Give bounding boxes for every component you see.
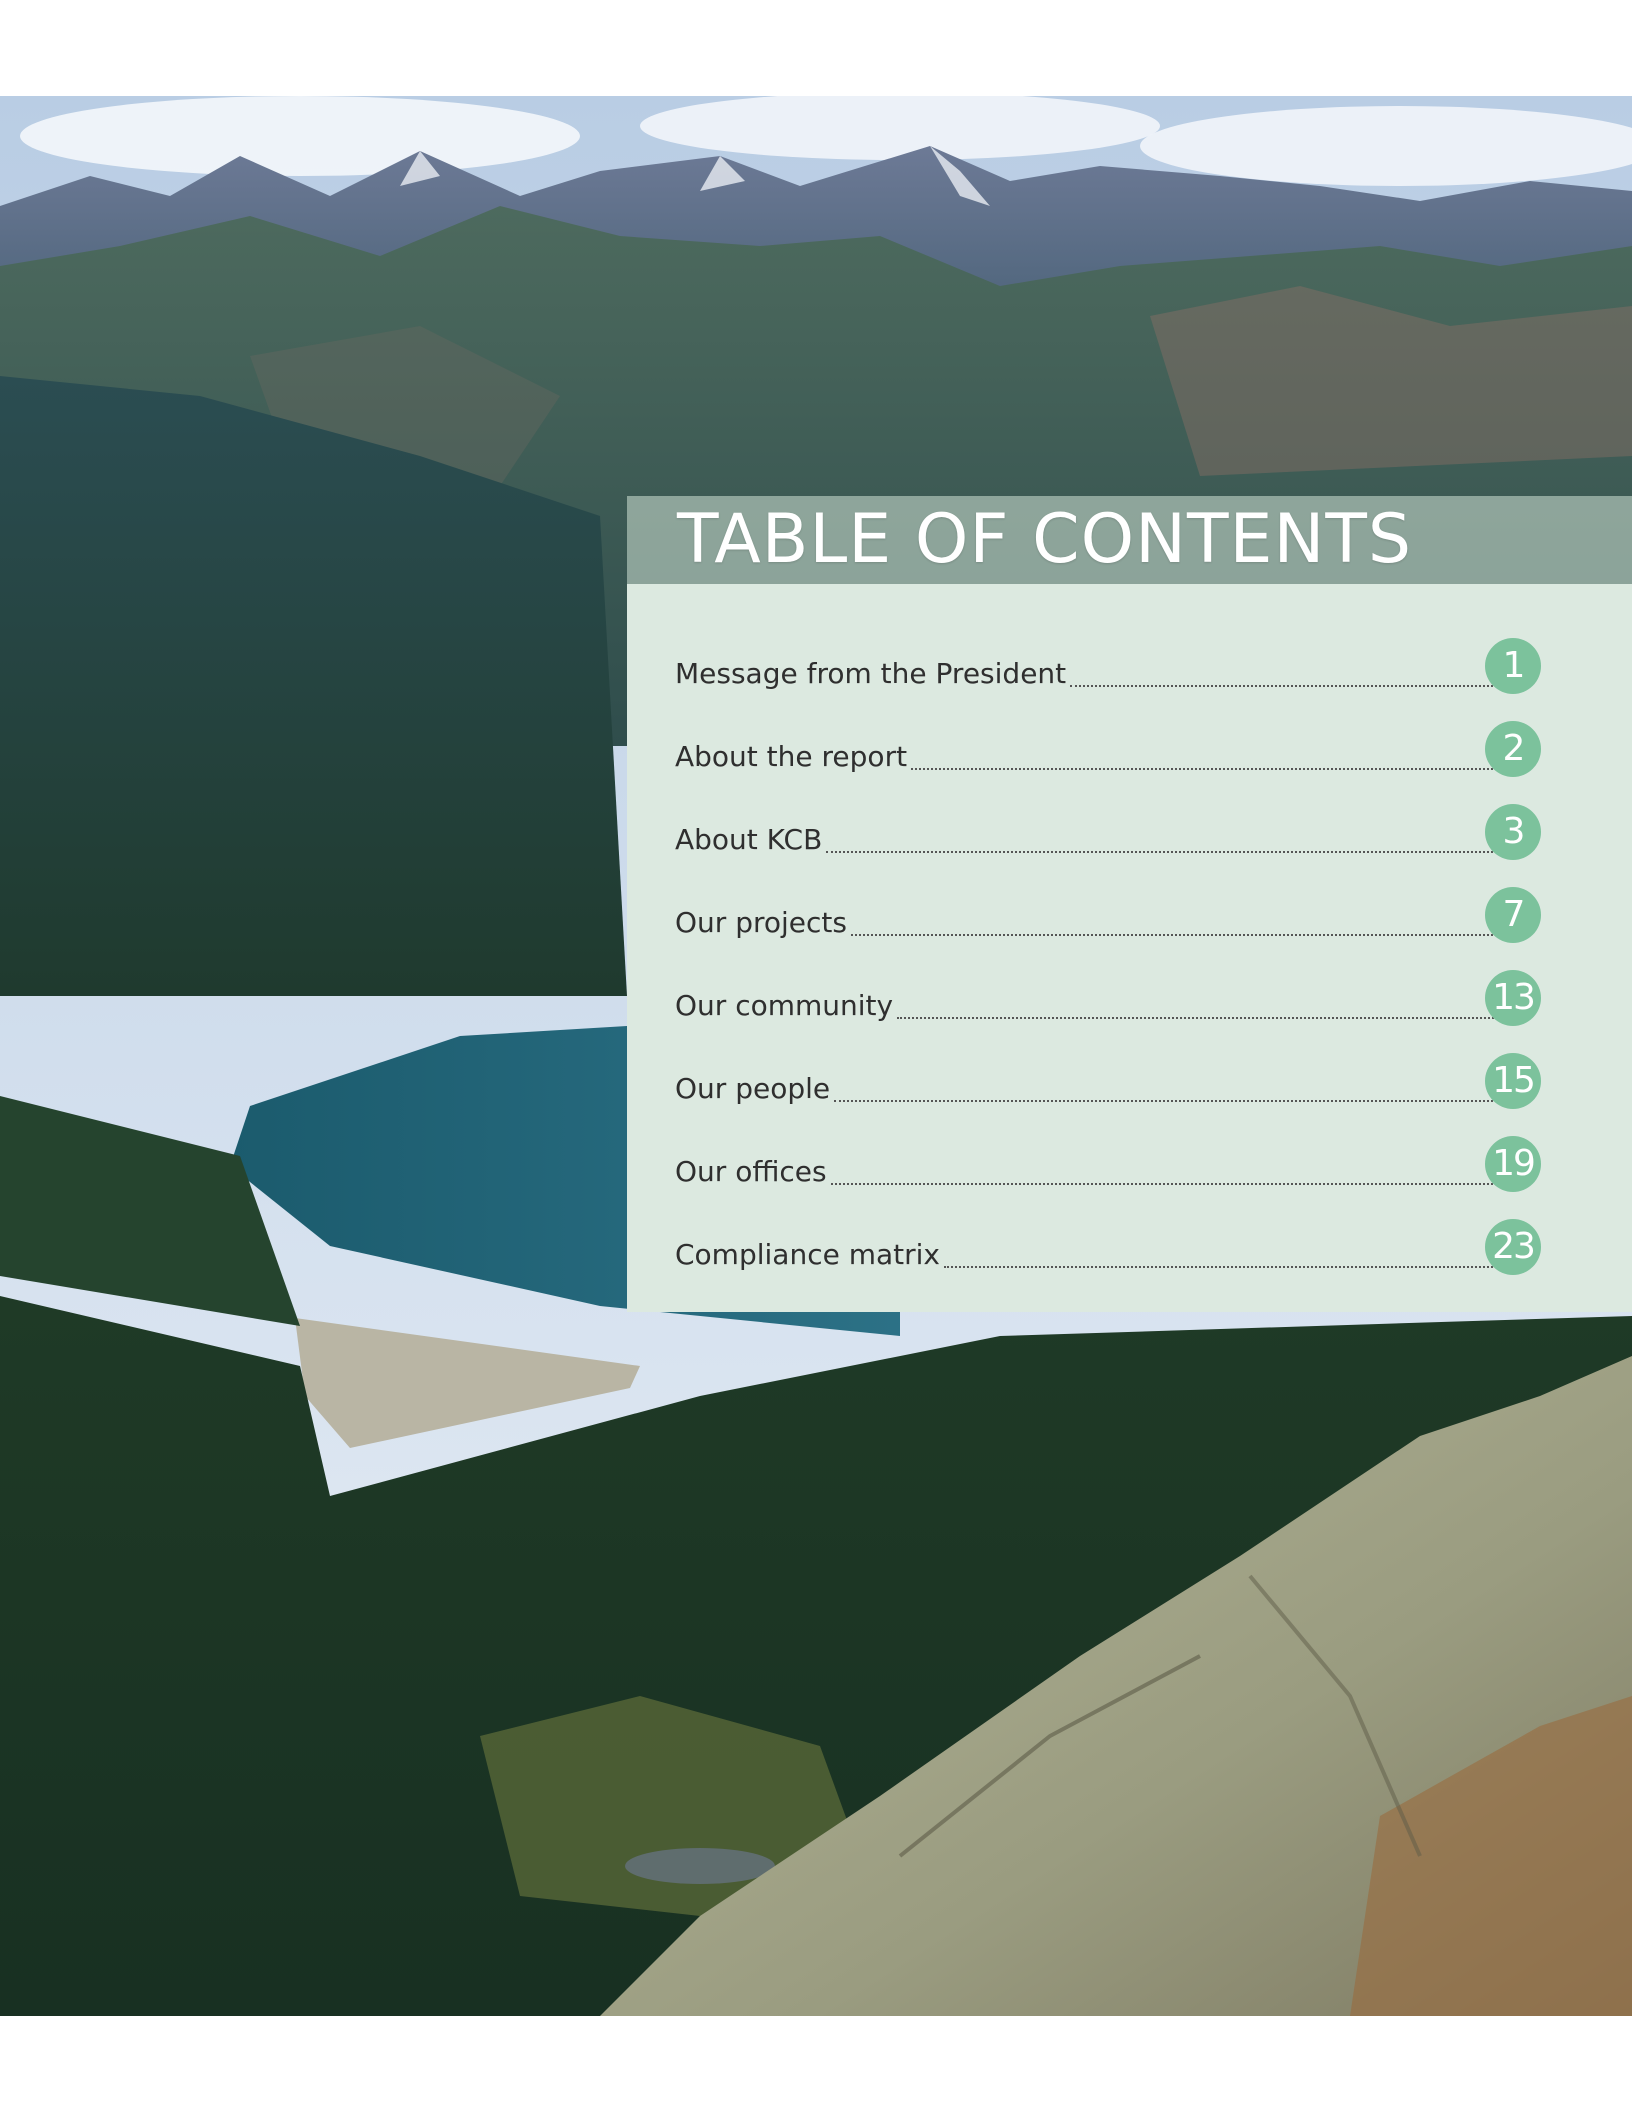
toc-entry-label: Our community [675, 989, 894, 1022]
toc-entry[interactable]: Our community 13 [675, 958, 1541, 1041]
dot-leader [830, 1182, 1505, 1185]
toc-entry[interactable]: Our offices 19 [675, 1124, 1541, 1207]
toc-entry-label: Our projects [675, 906, 847, 939]
dot-leader [826, 850, 1505, 853]
toc-entry[interactable]: Our projects 7 [675, 875, 1541, 958]
toc-header-band: TABLE OF CONTENTS [627, 496, 1632, 584]
page-number-badge: 1 [1485, 638, 1541, 694]
page-number-badge: 13 [1485, 970, 1541, 1026]
toc-entry[interactable]: Our people 15 [675, 1041, 1541, 1124]
toc-entry[interactable]: About the report 2 [675, 709, 1541, 792]
dot-leader [850, 933, 1505, 936]
toc-entry-label: About the report [675, 740, 908, 773]
toc-entry-label: Compliance matrix [675, 1238, 940, 1271]
page-number-badge: 7 [1485, 887, 1541, 943]
page-number-badge: 3 [1485, 804, 1541, 860]
toc-list: Message from the President 1 About the rep… [675, 626, 1541, 1290]
dot-leader [897, 1016, 1505, 1019]
page-title: TABLE OF CONTENTS [677, 500, 1413, 579]
dot-leader [944, 1265, 1505, 1268]
toc-entry-label: Message from the President [675, 657, 1067, 690]
toc-entry[interactable]: Message from the President 1 [675, 626, 1541, 709]
page-number-badge: 15 [1485, 1053, 1541, 1109]
dot-leader [834, 1099, 1505, 1102]
toc-entry-label: Our people [675, 1072, 831, 1105]
page-number-badge: 23 [1485, 1219, 1541, 1275]
toc-entry-label: About KCB [675, 823, 823, 856]
page-number-badge: 19 [1485, 1136, 1541, 1192]
toc-panel: Message from the President 1 About the rep… [627, 584, 1632, 1312]
dot-leader [1070, 684, 1505, 687]
toc-entry[interactable]: About KCB 3 [675, 792, 1541, 875]
toc-entry-label: Our offices [675, 1155, 827, 1188]
dot-leader [911, 767, 1505, 770]
page-number-badge: 2 [1485, 721, 1541, 777]
toc-entry[interactable]: Compliance matrix 23 [675, 1207, 1541, 1290]
